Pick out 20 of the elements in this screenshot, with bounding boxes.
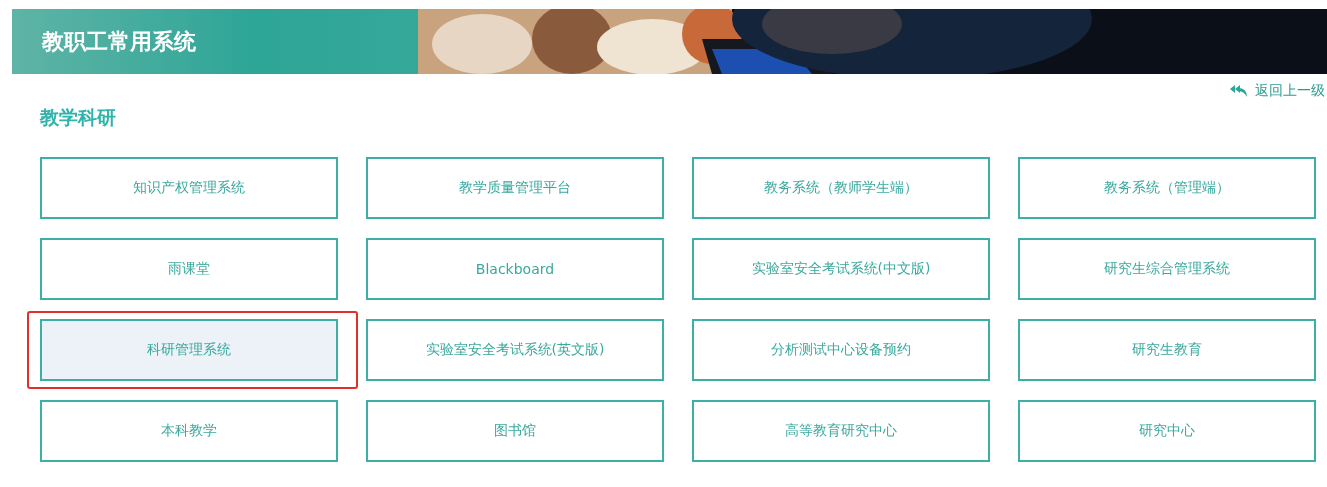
system-link[interactable]: 实验室安全考试系统(中文版) (692, 238, 990, 300)
system-link[interactable]: 实验室安全考试系统(英文版) (366, 319, 664, 381)
system-link[interactable]: 高等教育研究中心 (692, 400, 990, 462)
system-link[interactable]: 教务系统（教师学生端） (692, 157, 990, 219)
system-link[interactable]: 研究中心 (1018, 400, 1316, 462)
system-link[interactable]: 教学质量管理平台 (366, 157, 664, 219)
system-link[interactable]: 图书馆 (366, 400, 664, 462)
page-title: 教职工常用系统 (42, 27, 196, 56)
system-link[interactable]: 分析测试中心设备预约 (692, 319, 990, 381)
back-link[interactable]: 返回上一级 (1229, 82, 1325, 100)
system-link[interactable]: 科研管理系统 (40, 319, 338, 381)
system-link[interactable]: Blackboard (366, 238, 664, 300)
system-link[interactable]: 教务系统（管理端） (1018, 157, 1316, 219)
system-link[interactable]: 雨课堂 (40, 238, 338, 300)
reply-all-icon (1229, 84, 1249, 98)
system-link[interactable]: 本科教学 (40, 400, 338, 462)
system-link[interactable]: 研究生综合管理系统 (1018, 238, 1316, 300)
system-link[interactable]: 知识产权管理系统 (40, 157, 338, 219)
section-title: 教学科研 (40, 105, 116, 130)
system-link[interactable]: 研究生教育 (1018, 319, 1316, 381)
